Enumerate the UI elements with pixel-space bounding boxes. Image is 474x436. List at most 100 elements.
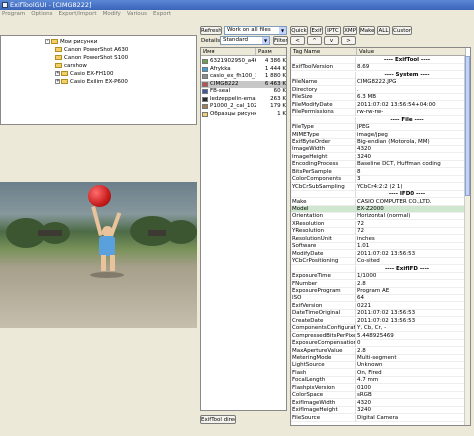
file-list[interactable]: Имя Разм 6321902950_a46171...4 386 KAfry… [200,47,287,411]
tree-item[interactable]: Canon PowerShot S100 [55,55,128,62]
menu-item[interactable]: Export/Import [58,11,96,17]
tag-row[interactable]: FileModifyDate 2011:07:02 13:56:54+04:00 [291,101,470,109]
tag-row[interactable]: Make CASIO COMPUTER CO.,LTD. [291,198,470,206]
tag-row[interactable]: Orientation Horizontal (normal) [291,213,470,221]
scrollbar-thumb[interactable] [465,56,470,196]
filter-button[interactable]: Filter [273,36,288,45]
file-row[interactable]: FB-seal 60 K [201,88,286,95]
tag-value: 1.01 [357,243,370,250]
tag-row[interactable]: YCbCrPositioning Co-sited [291,258,470,266]
tag-row[interactable]: ImageWidth 4320 [291,146,470,154]
tag-row[interactable]: MaxApertureValue 2.8 [291,347,470,355]
menu-item[interactable]: Modify [103,11,121,17]
tag-row[interactable]: ColorSpace sRGB [291,392,470,400]
tag-row[interactable]: MIMEType image/jpeg [291,131,470,139]
folder-tree[interactable]: - Мои рисунки Canon PowerShot A630 Canon Po… [0,35,197,125]
vertical-scrollbar[interactable] [464,56,470,425]
tag-row[interactable]: FileType JPEG [291,124,470,132]
tag-row[interactable]: FileSize 6.3 MB [291,94,470,102]
menu-item[interactable]: Options [31,11,52,17]
tag-row[interactable]: Software 1.01 [291,243,470,251]
tag-row[interactable]: ExposureProgram Program AE [291,287,470,295]
tag-row[interactable]: ImageHeight 3240 [291,153,470,161]
tag-row[interactable]: ColorComponents 3 [291,176,470,184]
tag-row[interactable]: LightSource Unknown [291,362,470,370]
tag-row[interactable]: XResolution 72 [291,220,470,228]
tag-row[interactable]: ComponentsConfigurationY, Cb, Cr, - [291,325,470,333]
tag-row[interactable]: ExifImageHeight 3240 [291,407,470,415]
file-row[interactable]: Образцы рисунков 1 K [201,111,286,118]
tag-row[interactable]: ExifImageWidth 4320 [291,399,470,407]
tab-quick[interactable]: Quick [290,26,308,35]
prev-icon[interactable]: < [290,36,305,45]
tag-row[interactable]: ExifByteOrder Big-endian (Motorola, MM) [291,138,470,146]
tag-row[interactable]: CreateDate 2011:07:02 13:56:53 [291,317,470,325]
file-row[interactable]: 6321902950_a46171... 4 386 K [201,58,286,65]
file-row[interactable]: P1000_2_cal_1024x768 179 K [201,103,286,110]
tab-exif[interactable]: Exif [310,26,323,35]
section-row[interactable]: ---- ExifTool ---- [291,57,470,64]
tag-row[interactable]: ExposureTime 1/1000 [291,273,470,281]
column-header-tag-name[interactable]: Tag Name [291,48,357,56]
up-icon[interactable]: ^ [307,36,322,45]
metadata-table[interactable]: Tag Name Value ---- ExifTool ---- ExifToo… [290,47,471,426]
file-row[interactable]: CIMG8222 6 463 K [201,80,286,88]
tree-item[interactable]: + Casio EX-FH100 [55,71,113,78]
tag-row[interactable]: DateTimeOriginal 2011:07:02 13:56:53 [291,310,470,318]
file-row[interactable]: Afrykka 1 444 K [201,66,286,73]
tag-row[interactable]: ExifToolVersion 8.69 [291,64,470,72]
next-icon[interactable]: > [341,36,356,45]
section-row[interactable]: ---- ExifIFD ---- [291,265,470,273]
tab-iptc[interactable]: IPTC [325,26,341,35]
tag-row[interactable]: YCbCrSubSampling YCbCr4:2:2 (2 1) [291,183,470,191]
tree-item[interactable]: - Мои рисунки [45,39,97,46]
tag-row[interactable]: Directory. [291,86,470,94]
tag-row[interactable]: ModifyDate 2011:07:02 13:56:53 [291,250,470,258]
file-row[interactable]: casio_ex_fh100_18 1 880 K [201,73,286,80]
section-row[interactable]: ---- IFD0 ---- [291,191,470,199]
tag-row[interactable]: FileSource Digital Camera [291,414,470,422]
tab-maker[interactable]: Maker [359,26,375,35]
tag-row[interactable]: FocalLength 4.7 mm [291,377,470,385]
tab-all[interactable]: ALL [377,26,390,35]
tag-row[interactable]: ExifVersion 0221 [291,302,470,310]
down-icon[interactable]: v [324,36,339,45]
collapse-icon[interactable]: - [45,39,50,44]
expand-icon[interactable]: + [55,79,60,84]
tag-row[interactable]: Model EX-Z2000 [291,206,470,213]
tag-row[interactable]: BitsPerSample 8 [291,168,470,176]
tag-row[interactable]: ISO 64 [291,295,470,303]
tag-row[interactable]: FNumber 2.8 [291,280,470,288]
tag-row[interactable]: FileName CIMG8222.JPG [291,79,470,87]
tag-row[interactable]: EncodingProcess Baseline DCT, Huffman cod… [291,161,470,169]
column-header-size[interactable]: Разм [256,48,286,56]
tree-item[interactable]: Canon PowerShot A630 [55,47,128,54]
details-view-select[interactable]: Standard ▼ [220,36,270,45]
tag-row[interactable]: ExposureCompensation 0 [291,340,470,348]
tag-row[interactable]: CompressedBitsPerPixel 5.448925469 [291,332,470,340]
tab-custom[interactable]: Custom [392,26,412,35]
tree-item[interactable]: + Casio Exilim EX-P600 [55,79,128,86]
tag-row[interactable]: ResolutionUnit inches [291,235,470,243]
section-row[interactable]: ---- File ---- [291,116,470,124]
tag-row[interactable]: FilePermissions rw-rw-rw- [291,109,470,117]
column-header-name[interactable]: Имя [201,48,256,56]
tag-row[interactable]: Flash On, Fired [291,369,470,377]
tree-item[interactable]: carshow [55,63,87,70]
tab-xmp[interactable]: XMP [343,26,357,35]
expand-icon[interactable]: + [55,71,60,76]
menu-item[interactable]: Program [2,11,25,17]
file-row[interactable]: ledzeppelin-email-hea... 263 K [201,96,286,103]
tag-row[interactable]: YResolution 72 [291,228,470,236]
tag-row[interactable]: MeteringMode Multi-segment [291,355,470,362]
menu-item[interactable]: Various [127,11,147,17]
tag-name: ColorComponents [292,176,356,184]
section-row[interactable]: ---- System ---- [291,71,470,79]
exiftool-direct-button[interactable]: ExifTool direct [200,415,236,424]
tag-row[interactable]: FlashpixVersion 0100 [291,384,470,392]
tag-value: 1/1000 [357,273,377,280]
column-header-value[interactable]: Value [357,48,466,56]
menu-item[interactable]: Export [153,11,171,17]
refresh-button[interactable]: Refresh [200,26,222,35]
file-filter-select[interactable]: Work on all files ▼ [224,26,287,35]
